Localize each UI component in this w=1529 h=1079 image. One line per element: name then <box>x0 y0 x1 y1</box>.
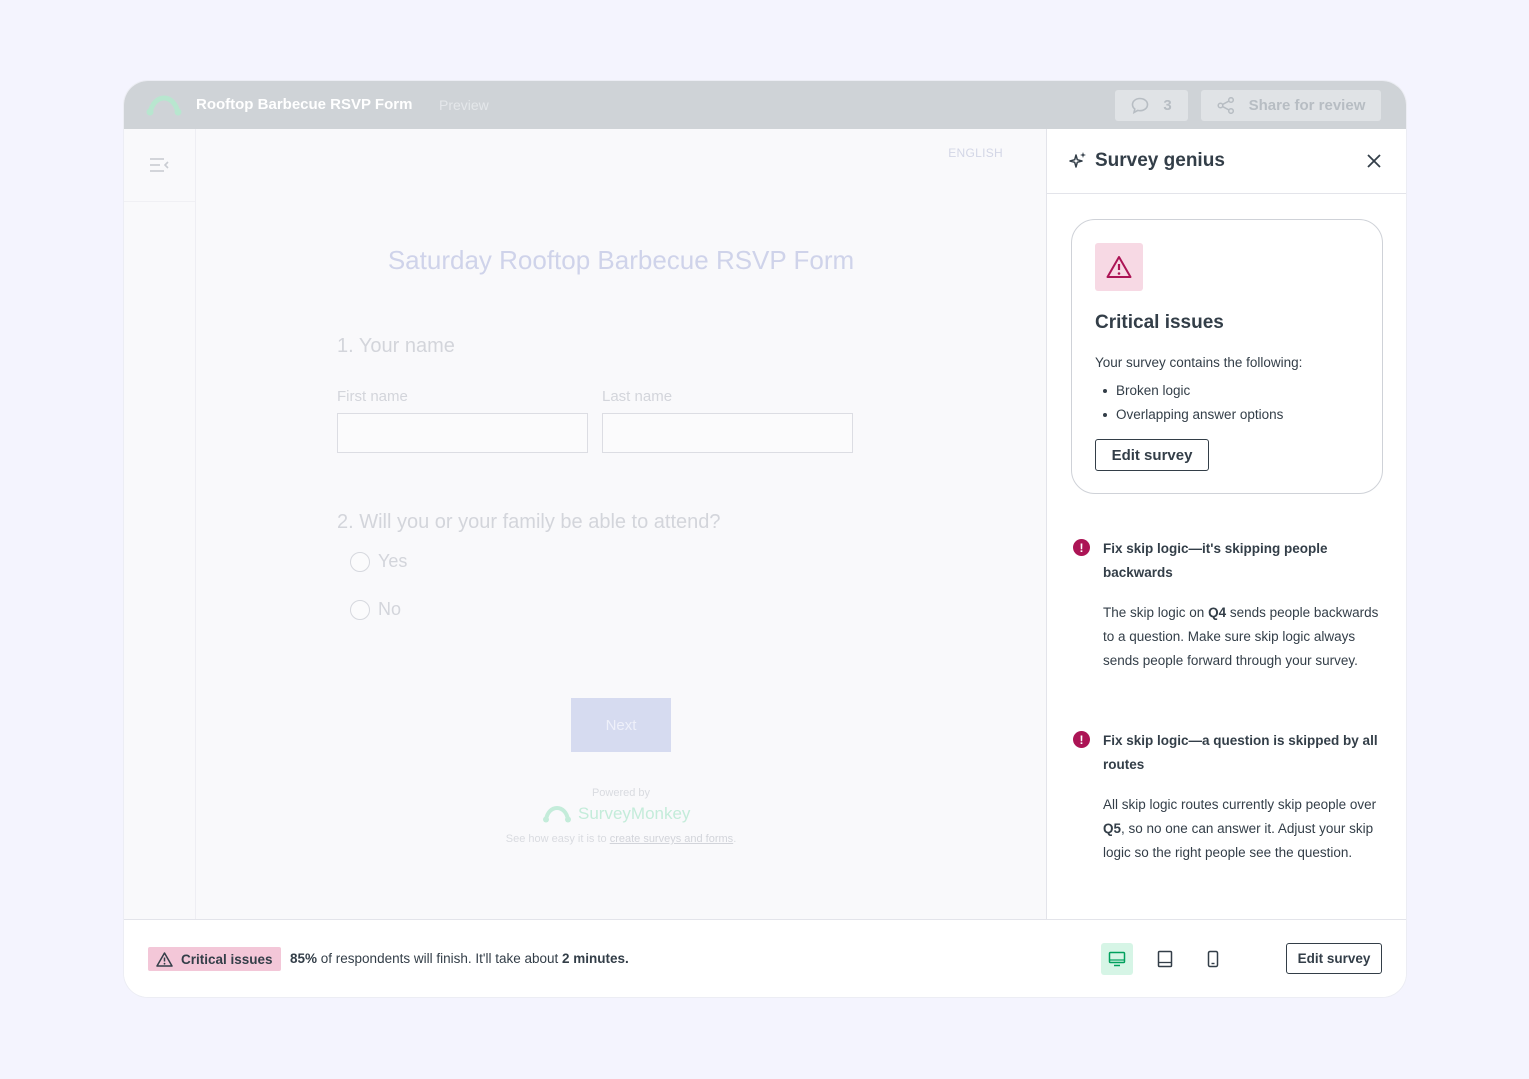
close-icon[interactable] <box>1365 152 1383 170</box>
left-rail <box>124 129 196 919</box>
radio-option-no[interactable]: No <box>350 599 401 620</box>
tablet-icon <box>1157 950 1173 968</box>
share-for-review-button[interactable]: Share for review <box>1201 90 1381 121</box>
issue-body: All skip logic routes currently skip peo… <box>1103 793 1379 865</box>
app-window: Rooftop Barbecue RSVP Form Preview 3 Sha… <box>124 81 1406 997</box>
bottom-bar: Critical issues 85% of respondents will … <box>124 919 1406 997</box>
radio-option-yes[interactable]: Yes <box>350 551 407 572</box>
desktop-view-button[interactable] <box>1101 943 1133 975</box>
question-1-title: 1. Your name <box>337 335 455 357</box>
rail-divider <box>124 201 195 202</box>
radio-circle[interactable] <box>350 551 370 572</box>
issue-body: The skip logic on Q4 sends people backwa… <box>1103 601 1379 673</box>
completion-summary: 85% of respondents will finish. It'll ta… <box>290 951 629 966</box>
share-label: Share for review <box>1248 97 1366 114</box>
badge-label: Critical issues <box>181 951 273 967</box>
desktop-icon <box>1108 951 1126 967</box>
brand-name: SurveyMonkey <box>578 804 691 823</box>
issue-body-text: , so no one can answer it. Adjust your s… <box>1103 821 1374 860</box>
sparkle-icon <box>1069 152 1086 168</box>
card-intro: Your survey contains the following: <box>1095 355 1303 370</box>
issue-body-text: All skip logic routes currently skip peo… <box>1103 797 1377 812</box>
tagline: See how easy it is to create surveys and… <box>196 833 1046 845</box>
question-ref: Q5 <box>1103 821 1122 836</box>
create-surveys-link[interactable]: create surveys and forms <box>610 833 734 845</box>
error-icon: ! <box>1073 731 1090 748</box>
mobile-icon <box>1207 950 1219 968</box>
comments-count: 3 <box>1163 97 1172 114</box>
tagline-suffix: . <box>733 833 737 845</box>
radio-label: Yes <box>378 551 408 571</box>
first-name-label: First name <box>337 388 408 405</box>
survey-title: Rooftop Barbecue RSVP Form <box>196 96 413 113</box>
tablet-view-button[interactable] <box>1149 943 1181 975</box>
issue-item: ! Fix skip logic—it's skipping people ba… <box>1073 537 1383 707</box>
completion-rate: 85% <box>290 951 318 966</box>
radio-circle[interactable] <box>350 599 370 620</box>
list-item: Broken logic <box>1095 379 1283 403</box>
footer-edit-survey-button[interactable]: Edit survey <box>1286 943 1382 974</box>
warning-tile <box>1095 243 1143 291</box>
summary-text: of respondents will finish. It'll take a… <box>317 951 562 966</box>
issue-title: Fix skip logic—a question is skipped by … <box>1103 733 1378 772</box>
completion-time: 2 minutes. <box>562 951 629 966</box>
survey-genius-panel: Survey genius Critical issues Your surve… <box>1046 129 1406 919</box>
question-2-title: 2. Will you or your family be able to at… <box>337 511 721 533</box>
comment-icon <box>1132 97 1149 114</box>
question-ref: Q4 <box>1208 605 1227 620</box>
language-selector[interactable]: ENGLISH <box>948 146 1003 160</box>
last-name-input[interactable] <box>602 413 853 453</box>
edit-survey-button[interactable]: Edit survey <box>1095 439 1209 471</box>
surveymonkey-brand[interactable]: SurveyMonkey <box>542 804 690 824</box>
critical-issues-badge[interactable]: Critical issues <box>148 947 281 971</box>
issue-title: Fix skip logic—it's skipping people back… <box>1103 541 1328 580</box>
warning-icon <box>1106 256 1132 278</box>
surveymonkey-logo-icon <box>543 805 571 823</box>
list-item: Overlapping answer options <box>1095 403 1283 427</box>
issue-item: ! Fix skip logic—a question is skipped b… <box>1073 729 1383 899</box>
card-title: Critical issues <box>1095 312 1224 333</box>
next-button[interactable]: Next <box>571 698 671 752</box>
critical-issues-card: Critical issues Your survey contains the… <box>1071 219 1383 494</box>
form-title: Saturday Rooftop Barbecue RSVP Form <box>387 245 855 275</box>
comments-button[interactable]: 3 <box>1115 90 1188 121</box>
radio-label: No <box>378 599 402 619</box>
issue-body-text: The skip logic on <box>1103 605 1209 620</box>
issue-list: Broken logic Overlapping answer options <box>1095 379 1283 427</box>
warning-icon <box>156 951 173 967</box>
panel-title: Survey genius <box>1095 150 1225 171</box>
surveymonkey-logo-icon[interactable] <box>146 93 182 117</box>
top-header: Rooftop Barbecue RSVP Form Preview 3 Sha… <box>124 81 1406 129</box>
first-name-input[interactable] <box>337 413 588 453</box>
powered-by-label: Powered by <box>591 787 651 799</box>
last-name-label: Last name <box>602 388 673 405</box>
mobile-view-button[interactable] <box>1197 943 1229 975</box>
share-icon <box>1217 97 1234 114</box>
survey-preview: ENGLISH Saturday Rooftop Barbecue RSVP F… <box>196 129 1046 919</box>
tagline-prefix: See how easy it is to <box>505 833 610 845</box>
error-icon: ! <box>1073 539 1090 556</box>
panel-header: Survey genius <box>1047 129 1406 194</box>
mode-label: Preview <box>439 97 489 113</box>
collapse-menu-icon[interactable] <box>148 155 170 175</box>
